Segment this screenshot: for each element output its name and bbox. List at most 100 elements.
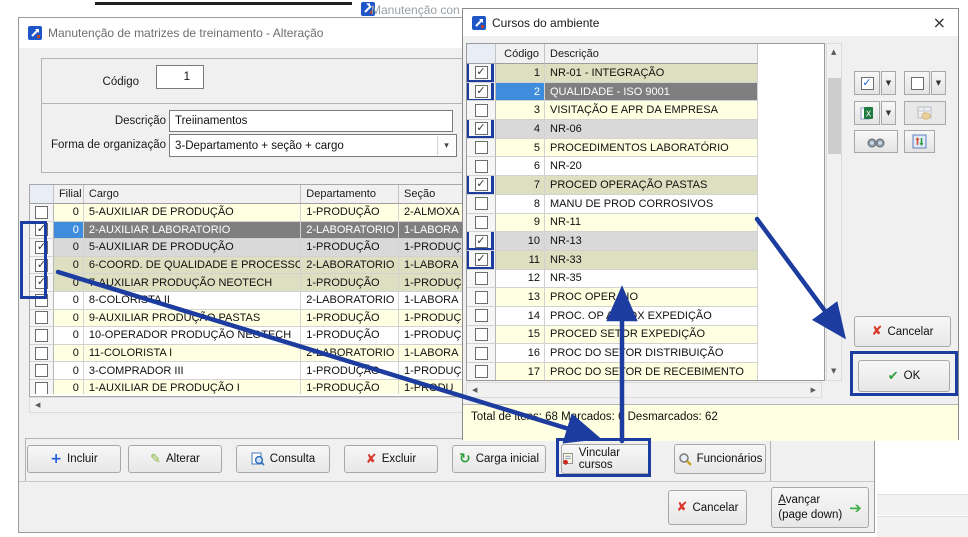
checkbox-unchecked-icon[interactable] [475,328,488,341]
table-row[interactable]: 16PROC DO SETOR DISTRIBUIÇÃO [467,344,824,363]
sort-button[interactable] [904,130,935,153]
row-select-cell[interactable]: ✓ [30,239,54,257]
row-select-cell[interactable] [467,270,496,289]
checkbox-unchecked-icon[interactable] [475,197,488,210]
export-excel-button[interactable]: X [854,101,880,125]
carga-inicial-button[interactable]: ↻ Carga inicial [452,445,546,473]
forma-organizacao-select[interactable]: 3-Departamento + seção + cargo ▾ [169,134,457,157]
avancar-button[interactable]: Avançar (page down) ➔ [771,487,869,528]
row-select-cell[interactable] [467,214,496,233]
row-select-cell[interactable] [30,362,54,380]
checkbox-unchecked-icon[interactable] [475,160,488,173]
scroll-up-icon[interactable]: ▲ [831,49,836,56]
scroll-left-icon[interactable]: ◀ [472,387,477,394]
row-select-cell[interactable] [30,204,54,222]
checkbox-checked-icon[interactable]: ✓ [35,276,48,289]
row-select-cell[interactable] [467,344,496,363]
checkbox-unchecked-icon[interactable] [35,364,48,377]
table-row[interactable]: 6NR-20 [467,157,824,176]
funcionarios-button[interactable]: Funcionários [674,444,766,474]
checkbox-checked-icon[interactable]: ✓ [35,241,48,254]
row-select-cell[interactable] [467,363,496,381]
header-departamento[interactable]: Departamento [301,185,399,204]
cursos-table[interactable]: Código Descrição ✓1NR-01 - INTEGRAÇÃO✓2Q… [466,43,825,381]
row-select-cell[interactable]: ✓ [467,64,496,83]
scroll-right-icon[interactable]: ▶ [811,387,816,394]
checkbox-unchecked-icon[interactable] [475,309,488,322]
header-filial[interactable]: Filial [54,185,84,204]
scrollbar-thumb[interactable] [828,78,841,154]
row-select-cell[interactable]: ✓ [467,176,496,195]
table-row[interactable]: 9NR-11 [467,214,824,233]
row-select-cell[interactable] [467,326,496,345]
checkbox-checked-icon[interactable]: ✓ [475,235,488,248]
scroll-down-icon[interactable]: ▼ [831,368,836,375]
table-row[interactable]: 5PROCEDIMENTOS LABORATÓRIO [467,139,824,158]
row-select-cell[interactable] [467,307,496,326]
chevron-down-icon[interactable]: ▾ [437,136,455,155]
row-select-cell[interactable]: ✓ [467,120,496,139]
row-select-cell[interactable]: ✓ [30,222,54,240]
vertical-scrollbar[interactable]: ▲ ▼ [826,43,842,381]
row-select-cell[interactable]: ✓ [467,232,496,251]
mark-all-button[interactable]: ✓ [854,71,880,95]
descricao-field[interactable]: Treiinamentos [169,110,453,132]
row-select-cell[interactable] [467,195,496,214]
scroll-left-icon[interactable]: ◀ [35,402,40,409]
alterar-button[interactable]: ✎ Alterar [128,445,222,473]
checkbox-unchecked-icon[interactable] [475,291,488,304]
checkbox-unchecked-icon[interactable] [475,104,488,117]
checkbox-unchecked-icon[interactable] [475,347,488,360]
row-select-cell[interactable] [467,139,496,158]
consulta-button[interactable]: Consulta [236,445,330,473]
table-row[interactable]: 15PROCED SETOR EXPEDIÇÃO [467,326,824,345]
ok-button[interactable]: ✔ OK [858,360,950,392]
checkbox-unchecked-icon[interactable] [35,206,48,219]
table-row[interactable]: 13PROC OPER BIO [467,288,824,307]
row-select-cell[interactable] [30,345,54,363]
table-row[interactable]: ✓11NR-33 [467,251,824,270]
checkbox-checked-icon[interactable]: ✓ [475,178,488,191]
background-tab-title[interactable]: Manutenção con [371,3,461,17]
header-codigo[interactable]: Código [496,44,545,64]
table-row[interactable]: 12NR-35 [467,270,824,289]
table-row[interactable]: ✓2QUALIDADE - ISO 9001 [467,83,824,102]
row-select-cell[interactable]: ✓ [30,274,54,292]
checkbox-checked-icon[interactable]: ✓ [475,85,488,98]
horizontal-scrollbar[interactable]: ◀ ▶ [466,382,822,398]
checkbox-checked-icon[interactable]: ✓ [35,223,48,236]
row-select-cell[interactable] [30,310,54,328]
close-icon[interactable]: × [933,15,946,31]
checkbox-checked-icon[interactable]: ✓ [475,66,488,79]
row-select-cell[interactable] [30,292,54,310]
checkbox-unchecked-icon[interactable] [35,294,48,307]
checkbox-unchecked-icon[interactable] [475,365,488,378]
incluir-button[interactable]: + Incluir [27,445,121,473]
row-select-cell[interactable] [467,288,496,307]
checkbox-checked-icon[interactable]: ✓ [475,122,488,135]
row-select-cell[interactable]: ✓ [30,257,54,275]
checkbox-unchecked-icon[interactable] [35,347,48,360]
table-row[interactable]: ✓10NR-13 [467,232,824,251]
header-descricao[interactable]: Descrição [545,44,758,64]
header-cargo[interactable]: Cargo [84,185,301,204]
vincular-cursos-button[interactable]: Vincular cursos [561,444,651,474]
cancelar-button[interactable]: ✘ Cancelar [668,490,747,525]
table-row[interactable]: ✓4NR-06 [467,120,824,139]
checkbox-checked-icon[interactable]: ✓ [475,253,488,266]
unmark-options-dropdown[interactable]: ▼ [931,71,946,95]
cancelar-button[interactable]: ✘ Cancelar [854,316,951,347]
table-row[interactable]: ✓7PROCED OPERAÇÃO PASTAS [467,176,824,195]
export-options-dropdown[interactable]: ▼ [881,101,896,125]
checkbox-checked-icon[interactable]: ✓ [35,259,48,272]
row-select-cell[interactable]: ✓ [467,251,496,270]
fg-window-titlebar[interactable]: Cursos do ambiente × [463,9,958,36]
checkbox-unchecked-icon[interactable] [35,311,48,324]
checkbox-unchecked-icon[interactable] [475,216,488,229]
row-select-cell[interactable] [30,380,54,394]
checkbox-unchecked-icon[interactable] [475,141,488,154]
table-row[interactable]: 8MANU DE PROD CORROSIVOS [467,195,824,214]
mark-options-dropdown[interactable]: ▼ [881,71,896,95]
row-select-cell[interactable] [467,101,496,120]
unmark-all-button[interactable] [904,71,930,95]
